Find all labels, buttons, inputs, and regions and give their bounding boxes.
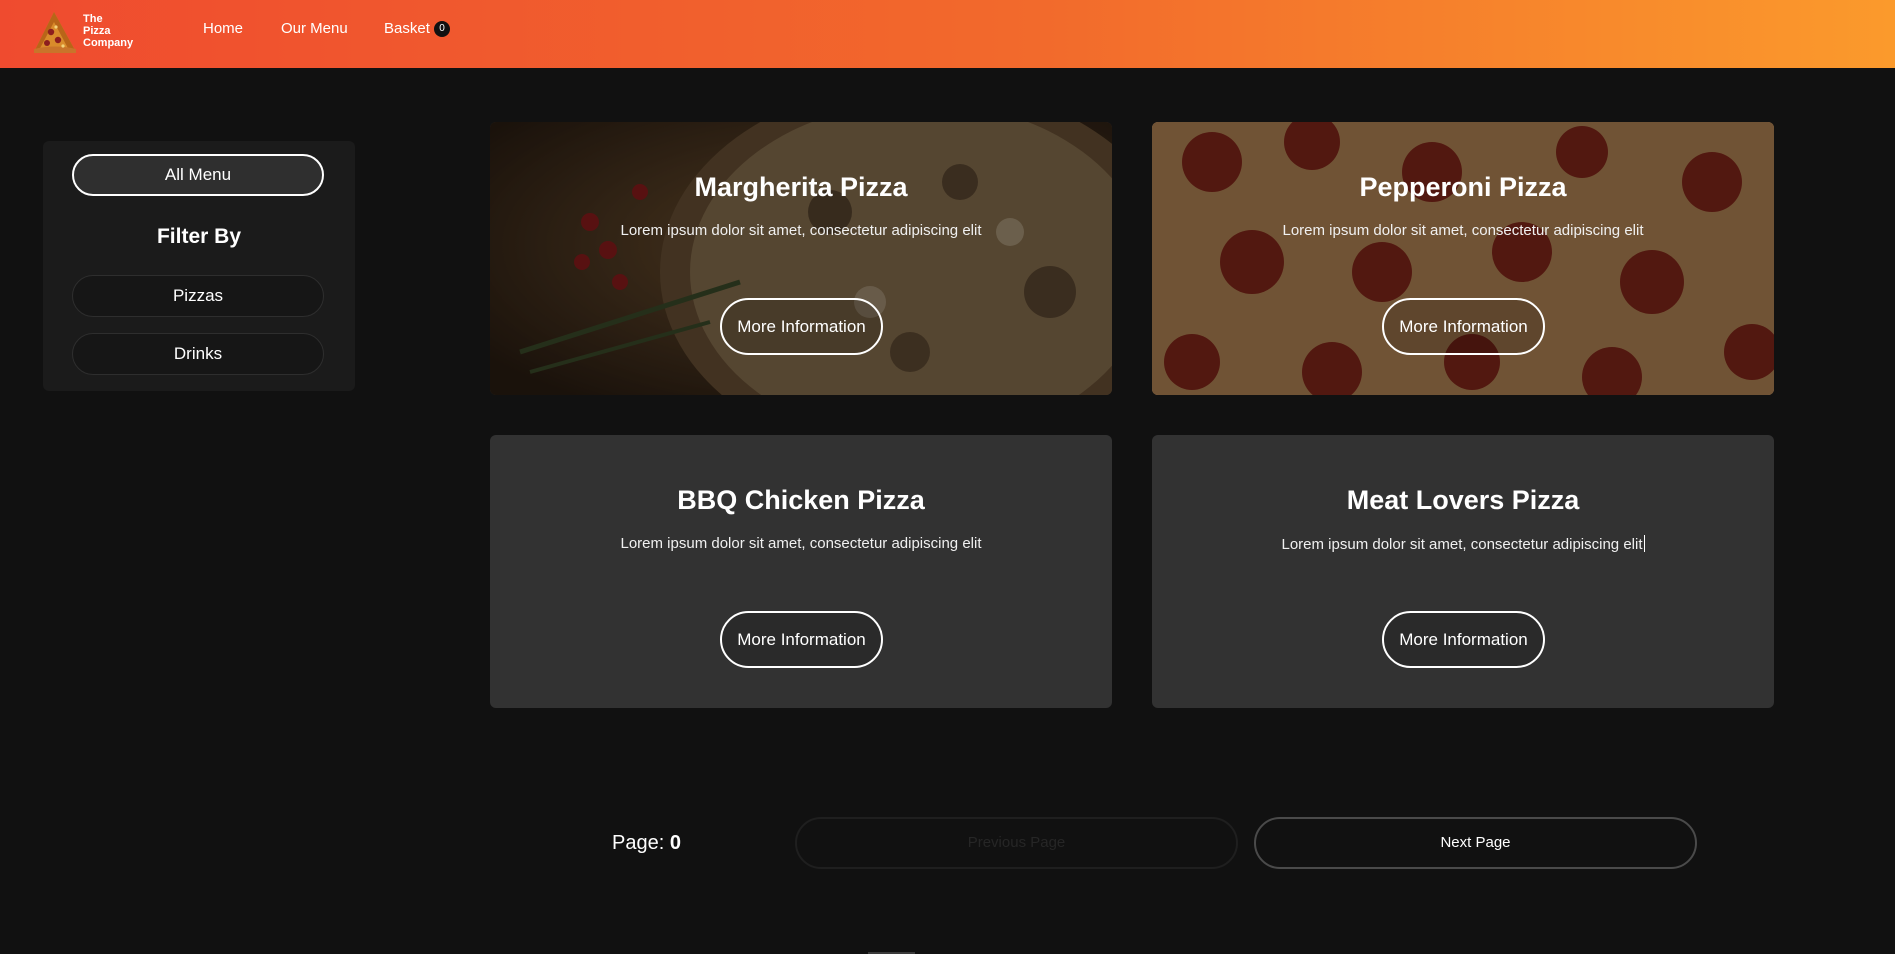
nav-our-menu-link[interactable]: Our Menu — [281, 20, 348, 37]
filter-pizzas-button[interactable]: Pizzas — [72, 275, 324, 317]
filter-title: Filter By — [156, 225, 242, 248]
all-menu-button[interactable]: All Menu — [72, 154, 324, 196]
card-description: Lorem ipsum dolor sit amet, consectetur … — [1152, 535, 1774, 553]
page-indicator: Page: 0 — [612, 832, 681, 855]
card-title: Margherita Pizza — [694, 172, 908, 202]
logo-line: The — [83, 13, 103, 25]
page-number: 0 — [669, 832, 681, 854]
card-title: BBQ Chicken Pizza — [677, 485, 925, 515]
more-information-button[interactable]: More Information — [1382, 298, 1545, 355]
text-cursor — [1643, 535, 1645, 552]
basket-count-badge: 0 — [434, 21, 450, 37]
previous-page-button[interactable]: Previous Page — [795, 817, 1238, 869]
more-information-button[interactable]: More Information — [720, 611, 883, 668]
card-title: Pepperoni Pizza — [1359, 172, 1567, 202]
logo-text: The Pizza Company — [83, 13, 143, 49]
logo[interactable]: The Pizza Company — [30, 8, 140, 56]
card-description: Lorem ipsum dolor sit amet, consectetur … — [620, 222, 982, 239]
card-description: Lorem ipsum dolor sit amet, consectetur … — [620, 535, 982, 552]
card-description: Lorem ipsum dolor sit amet, consectetur … — [1282, 222, 1644, 239]
menu-card-pepperoni: Pepperoni Pizza Lorem ipsum dolor sit am… — [1152, 122, 1774, 395]
next-page-button[interactable]: Next Page — [1254, 817, 1697, 869]
menu-card-meat-lovers: Meat Lovers Pizza Lorem ipsum dolor sit … — [1152, 435, 1774, 708]
logo-line: Pizza — [83, 25, 111, 37]
logo-line: Company — [83, 37, 134, 49]
filter-sidebar: All Menu Filter By Pizzas Drinks — [43, 141, 355, 391]
page-label: Page: — [612, 832, 665, 854]
nav-basket-link[interactable]: Basket — [384, 20, 430, 37]
filter-drinks-button[interactable]: Drinks — [72, 333, 324, 375]
more-information-button[interactable]: More Information — [1382, 611, 1545, 668]
card-description-text: Lorem ipsum dolor sit amet, consectetur … — [1281, 536, 1643, 553]
nav-home-link[interactable]: Home — [203, 20, 243, 37]
menu-card-bbq-chicken: BBQ Chicken Pizza Lorem ipsum dolor sit … — [490, 435, 1112, 708]
card-title: Meat Lovers Pizza — [1346, 485, 1580, 515]
top-navbar: The Pizza Company Home Our Menu Basket 0 — [0, 0, 1895, 68]
pizza-slice-icon — [34, 12, 76, 53]
more-information-button[interactable]: More Information — [720, 298, 883, 355]
menu-card-margherita: Margherita Pizza Lorem ipsum dolor sit a… — [490, 122, 1112, 395]
